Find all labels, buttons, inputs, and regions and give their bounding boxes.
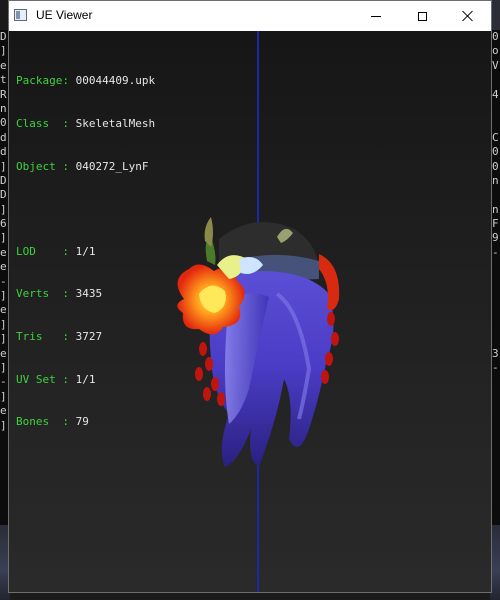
console-fragment: ]: [0, 317, 7, 331]
console-fragment: [492, 275, 500, 289]
info-object-label: Object :: [16, 159, 76, 173]
console-fragment: ]: [0, 289, 7, 303]
console-fragment: e: [0, 303, 7, 317]
console-fragment: d: [0, 145, 7, 159]
info-package-value: 00044409.upk: [75, 74, 156, 88]
console-fragment: ]: [0, 44, 7, 58]
close-button[interactable]: [445, 1, 491, 31]
info-verts: Verts : 3435: [16, 287, 155, 301]
console-fragment: ]: [0, 360, 7, 374]
console-fragment: [492, 332, 500, 346]
console-fragment: n: [492, 173, 499, 187]
console-fragment: R: [0, 87, 7, 101]
info-class-label: Class :: [16, 117, 76, 130]
console-fragment: ]: [0, 202, 7, 216]
console-fragment: ]: [0, 159, 7, 173]
3d-viewport[interactable]: Package: 00044409.upk Class : SkeletalMe…: [9, 31, 491, 592]
console-fragment: o: [492, 44, 499, 58]
console-fragment: n: [0, 101, 7, 115]
console-fragment: [492, 102, 500, 116]
console-fragment: [492, 116, 500, 130]
console-fragment: d: [0, 130, 7, 144]
console-fragment: 0: [492, 145, 499, 159]
info-uvset-label: UV Set :: [16, 372, 76, 386]
console-fragment: D: [0, 30, 7, 43]
minimize-button[interactable]: [353, 1, 399, 31]
console-fragment: [492, 73, 500, 87]
console-fragment: D: [0, 173, 7, 187]
info-verts-label: Verts :: [16, 287, 76, 301]
console-fragment: n: [492, 202, 499, 216]
console-fragment: F: [492, 217, 499, 231]
info-tris-label: Tris :: [16, 329, 76, 343]
console-fragment: ]: [0, 332, 7, 346]
maximize-button[interactable]: [399, 1, 445, 31]
info-bones-label: Bones :: [16, 415, 76, 429]
mesh-info-overlay: Package: 00044409.upk Class : SkeletalMe…: [16, 46, 155, 458]
info-verts-value: 3435: [75, 287, 103, 301]
console-fragment: 9: [492, 231, 499, 245]
console-fragment: e: [0, 58, 7, 72]
console-fragment: 3: [492, 346, 499, 360]
window-title: UE Viewer: [36, 8, 93, 22]
console-fragment: [492, 318, 500, 332]
minimize-icon: [371, 15, 381, 17]
info-uvset: UV Set : 1/1: [16, 373, 155, 387]
ue-viewer-window: UE Viewer Package: 00044409.upk Class : …: [8, 0, 492, 593]
console-fragment: C: [492, 130, 499, 144]
console-fragment: 0: [0, 116, 7, 130]
info-class: Class : SkeletalMesh: [16, 117, 155, 131]
console-fragment: [492, 289, 500, 303]
leaf-sprig-left: [204, 217, 213, 247]
console-fragment: -: [492, 360, 499, 374]
console-fragment: 0: [492, 159, 499, 173]
background-console-left-edge: D] e t Rn 0 d d] D D] 6] e e -] e]] e] -] e]: [0, 30, 8, 525]
info-package-label: Package:: [16, 74, 76, 88]
info-bones: Bones : 79: [16, 415, 155, 429]
console-fragment: 0: [492, 30, 499, 43]
console-fragment: [492, 188, 500, 202]
console-fragment: e: [0, 260, 7, 274]
console-fragment: e: [0, 346, 7, 360]
info-object: Object : 040272_LynF: [16, 160, 155, 174]
maximize-icon: [417, 11, 427, 21]
console-fragment: e: [0, 245, 7, 259]
info-lod: LOD : 1/1: [16, 245, 155, 259]
close-icon: [462, 10, 474, 22]
info-tris: Tris : 3727: [16, 330, 155, 344]
app-window-icon[interactable]: [14, 9, 27, 21]
info-package: Package: 00044409.upk: [16, 74, 155, 88]
console-fragment: e: [0, 404, 7, 418]
console-fragment: t: [0, 73, 7, 87]
info-uvset-value: 1/1: [75, 372, 96, 386]
console-fragment: -: [0, 274, 7, 288]
console-fragment: -: [492, 245, 499, 259]
console-fragment: 4: [492, 87, 499, 101]
info-lod-label: LOD :: [16, 244, 76, 258]
background-console-right-edge: 0oV4C00nnF9-3-: [492, 30, 500, 525]
hair-mesh-model[interactable]: [159, 199, 349, 474]
console-fragment: ]: [0, 231, 7, 245]
console-fragment: 6: [0, 217, 7, 231]
console-fragment: ]: [0, 389, 7, 403]
info-object-value: 040272_LynF: [75, 159, 149, 173]
info-bones-value: 79: [75, 415, 89, 429]
title-bar[interactable]: UE Viewer: [9, 1, 491, 31]
console-fragment: [492, 260, 500, 274]
console-fragment: D: [0, 188, 7, 202]
info-class-value: SkeletalMesh: [75, 117, 156, 130]
console-fragment: V: [492, 58, 499, 72]
console-fragment: ]: [0, 418, 7, 432]
console-fragment: [492, 303, 500, 317]
console-fragment: -: [0, 375, 7, 389]
info-lod-value: 1/1: [75, 244, 96, 258]
info-tris-value: 3727: [75, 329, 103, 343]
